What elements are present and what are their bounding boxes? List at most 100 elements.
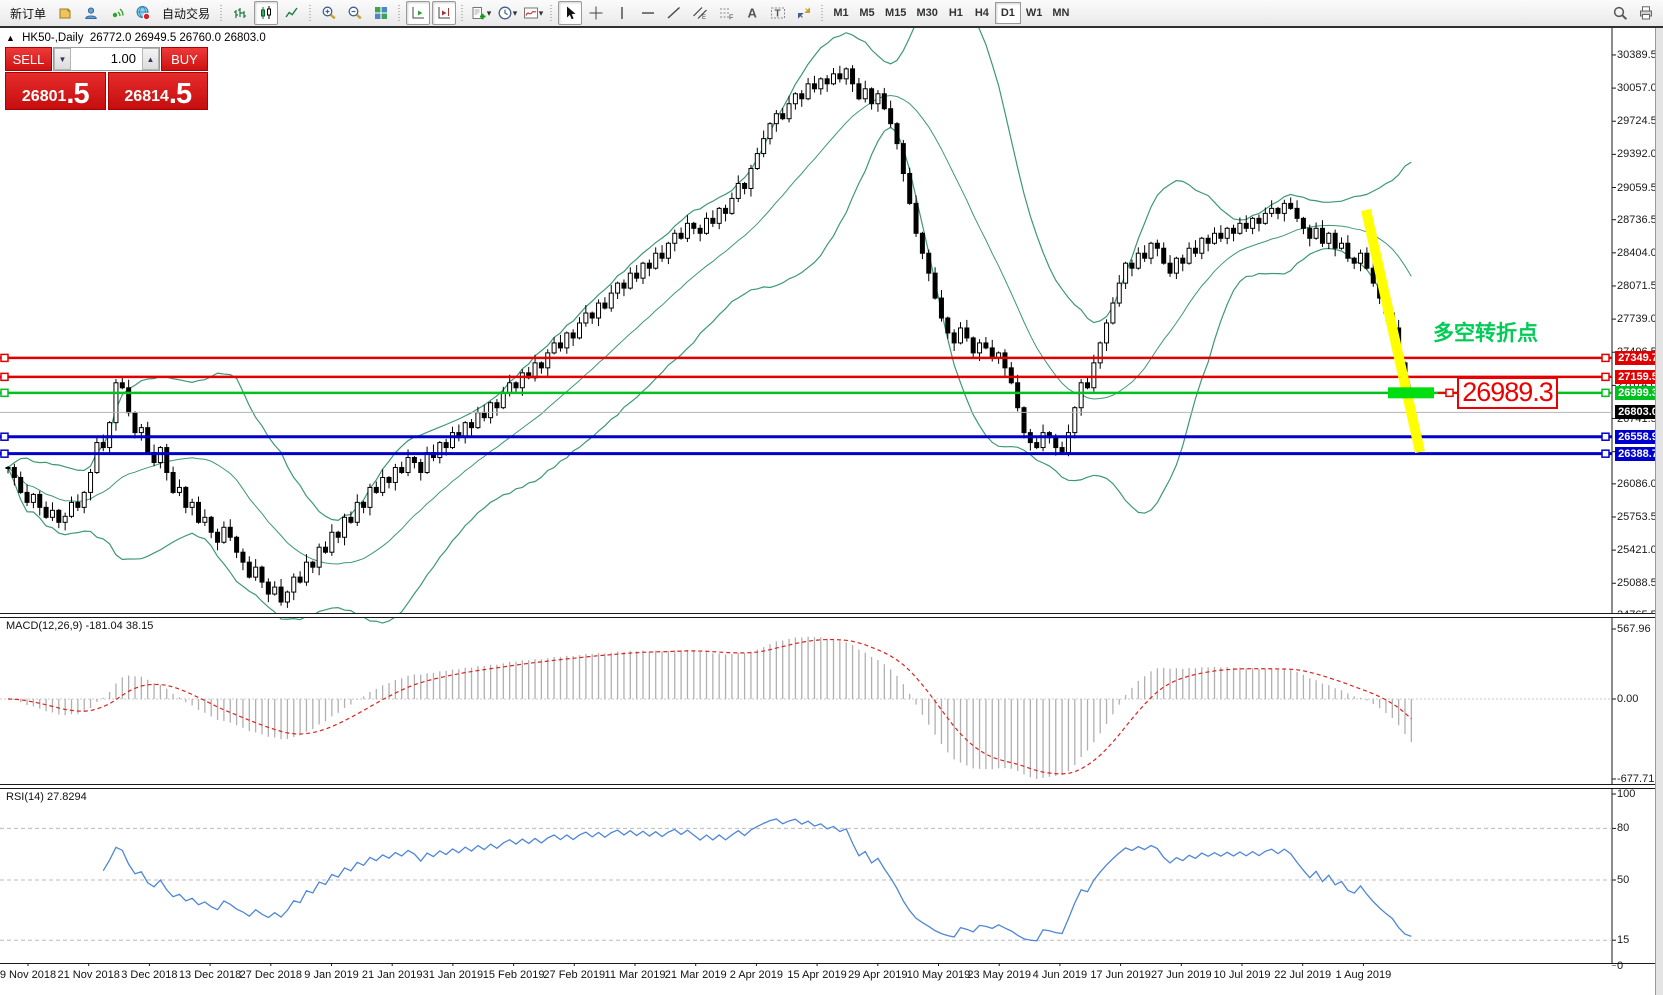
sell-button[interactable]: SELL xyxy=(5,47,52,71)
line-chart-button[interactable] xyxy=(280,1,304,25)
hline-handle[interactable] xyxy=(1602,450,1609,457)
hline-handle[interactable] xyxy=(1602,373,1609,380)
chart-shift-button[interactable] xyxy=(432,1,456,25)
buy-price[interactable]: 26814.5 xyxy=(108,72,209,110)
candle-body xyxy=(412,458,416,463)
zoom-out-button[interactable] xyxy=(343,1,367,25)
autotrade-icon xyxy=(135,5,151,21)
hline-handle[interactable] xyxy=(1602,389,1609,396)
price-axis[interactable]: 30389.530057.029724.529392.029059.528736… xyxy=(1613,28,1655,963)
candle-body xyxy=(165,448,169,473)
channel-button[interactable]: E xyxy=(688,1,712,25)
volume-value[interactable]: 1.00 xyxy=(71,48,142,70)
candle-body xyxy=(368,487,372,507)
timeframe-h4[interactable]: H4 xyxy=(969,2,995,24)
text-button[interactable]: A xyxy=(740,1,764,25)
candle-body xyxy=(806,84,810,99)
dropdown-arrow-icon[interactable]: ▾ xyxy=(539,8,544,19)
script-button[interactable] xyxy=(53,1,77,25)
candle-body xyxy=(95,443,99,473)
profile-button[interactable] xyxy=(79,1,103,25)
dropdown-arrow-icon[interactable]: ▾ xyxy=(487,8,492,19)
hline-handle[interactable] xyxy=(1,389,8,396)
highlight-rectangle[interactable] xyxy=(1388,387,1434,398)
vertical-line-icon xyxy=(614,5,630,21)
chart-canvas[interactable] xyxy=(0,0,1663,966)
label-button[interactable]: T xyxy=(766,1,790,25)
print-button[interactable] xyxy=(1634,1,1658,25)
candle-body xyxy=(1143,253,1147,258)
panel-divider[interactable] xyxy=(0,784,1656,789)
hline-handle[interactable] xyxy=(1,354,8,361)
candlestick-button[interactable] xyxy=(254,1,278,25)
candle-body xyxy=(336,532,340,537)
new-chart-button[interactable]: ▾ xyxy=(469,1,493,25)
fibonacci-button[interactable]: F xyxy=(714,1,738,25)
timeframe-h1[interactable]: H1 xyxy=(943,2,969,24)
trendline-yellow[interactable] xyxy=(1366,210,1420,452)
hline-handle[interactable] xyxy=(1602,433,1609,440)
candle-body xyxy=(38,494,42,507)
dropdown-arrow-icon[interactable]: ▾ xyxy=(513,8,518,19)
candle-body xyxy=(171,472,175,492)
zoom-in-button[interactable] xyxy=(317,1,341,25)
candle-body xyxy=(1301,218,1305,228)
candle-body xyxy=(1225,228,1229,238)
search-button[interactable] xyxy=(1608,1,1632,25)
candle-body xyxy=(774,114,778,124)
candle-body xyxy=(978,343,982,353)
timeframe-m5[interactable]: M5 xyxy=(854,2,880,24)
hline-handle[interactable] xyxy=(1,373,8,380)
rsi-tick: 100 xyxy=(1617,788,1635,800)
indicators-button[interactable]: ▾ xyxy=(521,1,545,25)
arrows-button[interactable] xyxy=(792,1,816,25)
bar-chart-button[interactable] xyxy=(228,1,252,25)
new-order-button[interactable]: 新订单 xyxy=(4,5,52,22)
price-tick: 28404.0 xyxy=(1617,247,1657,259)
volume-increase-button[interactable]: ▲ xyxy=(142,48,159,70)
hline-handle[interactable] xyxy=(1,450,8,457)
volume-stepper: ▼ 1.00 ▲ xyxy=(53,47,160,71)
trendline-button[interactable] xyxy=(662,1,686,25)
candle-body xyxy=(959,328,963,343)
candle-body xyxy=(724,208,728,213)
hline-handle[interactable] xyxy=(1,433,8,440)
volume-decrease-button[interactable]: ▼ xyxy=(54,48,71,70)
timeframe-m30[interactable]: M30 xyxy=(911,2,942,24)
auto-scroll-button[interactable] xyxy=(406,1,430,25)
candle-body xyxy=(1073,408,1077,433)
tile-windows-button[interactable] xyxy=(369,1,393,25)
time-axis-line xyxy=(0,963,1656,964)
candle-body xyxy=(895,124,899,144)
sell-price[interactable]: 26801.5 xyxy=(5,72,106,110)
price-callout[interactable]: 26989.3 xyxy=(1457,377,1558,409)
hline-handle[interactable] xyxy=(1602,354,1609,361)
candle-body xyxy=(1295,208,1299,218)
crosshair-button[interactable] xyxy=(584,1,608,25)
signals-button[interactable] xyxy=(105,1,129,25)
candle-body xyxy=(685,223,689,238)
timeframe-w1[interactable]: W1 xyxy=(1021,2,1048,24)
annotation-text[interactable]: 多空转折点 xyxy=(1433,317,1538,347)
vertical-line-button[interactable] xyxy=(610,1,634,25)
candle-body xyxy=(832,74,836,84)
candle-body xyxy=(209,517,213,532)
timeframe-d1[interactable]: D1 xyxy=(995,2,1021,24)
horizontal-line-button[interactable] xyxy=(636,1,660,25)
cursor-button[interactable] xyxy=(558,1,582,25)
autotrading-button[interactable]: 自动交易 xyxy=(130,1,216,25)
candle-body xyxy=(1282,203,1286,213)
date-tick: 27 Feb 2019 xyxy=(543,969,605,981)
candle-body xyxy=(279,587,283,602)
collapse-triangle-icon[interactable]: ▲ xyxy=(6,33,15,43)
panel-divider[interactable] xyxy=(0,613,1656,618)
date-tick: 27 Dec 2018 xyxy=(240,969,302,981)
timeframe-clock-button[interactable]: ▾ xyxy=(495,1,519,25)
autotrade-button[interactable] xyxy=(131,1,155,25)
date-tick: 15 Apr 2019 xyxy=(787,969,846,981)
candle-body xyxy=(730,198,734,213)
timeframe-mn[interactable]: MN xyxy=(1047,2,1074,24)
timeframe-m1[interactable]: M1 xyxy=(828,2,854,24)
buy-button[interactable]: BUY xyxy=(161,47,208,71)
timeframe-m15[interactable]: M15 xyxy=(880,2,911,24)
